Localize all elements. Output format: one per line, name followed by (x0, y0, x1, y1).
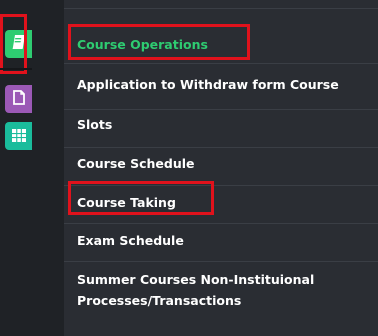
panel-top-divider (64, 8, 378, 9)
app-window: Course Operations Application to Withdra… (0, 0, 378, 336)
rail-highlight-box (0, 14, 27, 74)
icon-rail (0, 0, 32, 336)
menu-item-slots[interactable]: Slots (64, 110, 378, 148)
menu-item-summer-courses[interactable]: Summer Courses Non-Instituional Processe… (64, 262, 378, 322)
highlight-box-course-taking (68, 181, 214, 215)
file-icon (12, 89, 25, 109)
highlight-box-course-operations (68, 24, 250, 60)
rail-button-grid[interactable] (5, 122, 32, 150)
menu-item-withdraw-application[interactable]: Application to Withdraw form Course (64, 64, 378, 110)
menu-item-exam-schedule[interactable]: Exam Schedule (64, 224, 378, 262)
rail-button-documents[interactable] (5, 85, 32, 113)
rail-divider (0, 68, 32, 70)
grid-icon (11, 127, 26, 146)
